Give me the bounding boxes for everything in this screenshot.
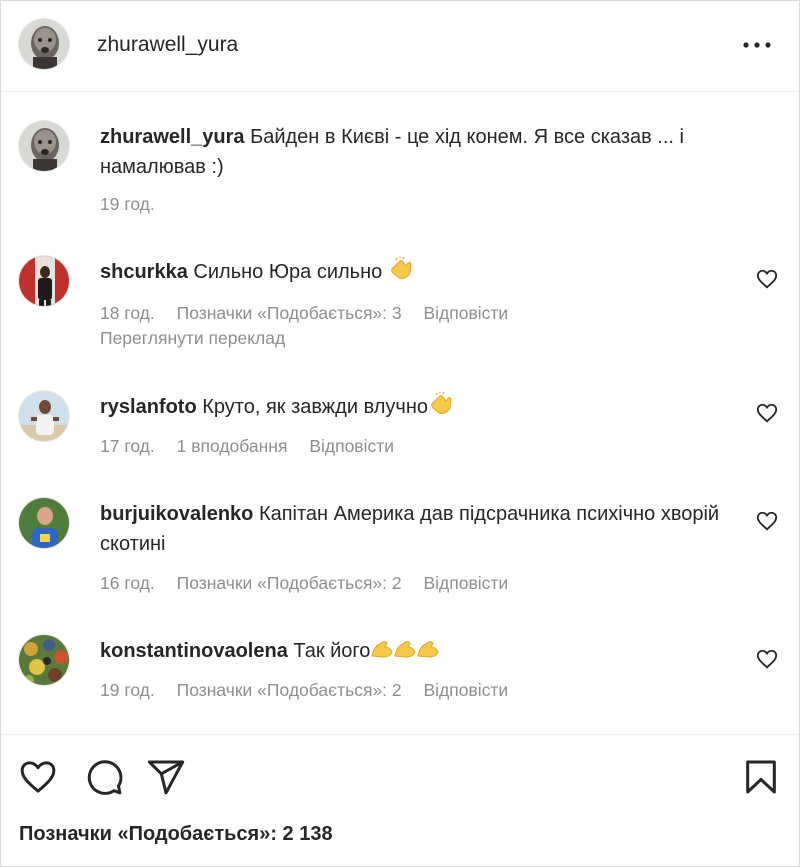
- comment-time[interactable]: 16 год.: [100, 573, 155, 593]
- reply-button[interactable]: Відповісти: [424, 573, 509, 593]
- comment-meta: 16 год. Позначки «Подобається»: 2 Відпов…: [100, 573, 525, 594]
- bookmark-icon[interactable]: [741, 757, 781, 797]
- commenter-avatar[interactable]: [18, 497, 70, 549]
- caption-time[interactable]: 19 год.: [100, 194, 155, 214]
- share-icon[interactable]: [146, 757, 186, 797]
- comment-username[interactable]: burjuikovalenko: [100, 503, 253, 525]
- comment-meta: 18 год. Позначки «Подобається»: 3 Відпов…: [100, 303, 525, 324]
- comment-meta: 17 год. 1 вподобання Відповісти: [100, 436, 411, 457]
- comment-likes[interactable]: Позначки «Подобається»: 3: [177, 303, 402, 323]
- flexed-biceps-icon: [370, 638, 442, 669]
- reply-button[interactable]: Відповісти: [309, 436, 394, 456]
- comment-likes[interactable]: Позначки «Подобається»: 2: [177, 573, 402, 593]
- author-avatar[interactable]: [18, 18, 70, 70]
- comment-time[interactable]: 17 год.: [100, 436, 155, 456]
- comment-body: konstantinovaolena Так його: [100, 636, 740, 669]
- comment-text: Так його: [293, 640, 371, 662]
- post-likes-count[interactable]: Позначки «Подобається»: 2 138: [19, 823, 333, 846]
- like-comment-heart-icon[interactable]: [756, 510, 778, 532]
- heart-icon[interactable]: [18, 757, 58, 797]
- comment-username[interactable]: shcurkka: [100, 261, 188, 283]
- reply-button[interactable]: Відповісти: [424, 680, 509, 700]
- comment-body: shcurkka Сильно Юра сильно: [100, 256, 740, 290]
- caption-avatar[interactable]: [18, 120, 70, 172]
- commenter-avatar[interactable]: [18, 634, 70, 686]
- caption-username[interactable]: zhurawell_yura: [100, 126, 245, 148]
- comment-username[interactable]: ryslanfoto: [100, 396, 197, 418]
- more-options-icon[interactable]: [741, 33, 773, 57]
- comment-time[interactable]: 19 год.: [100, 680, 155, 700]
- like-comment-heart-icon[interactable]: [756, 648, 778, 670]
- comment-likes[interactable]: Позначки «Подобається»: 2: [177, 680, 402, 700]
- comment-icon[interactable]: [84, 757, 124, 797]
- comment-username[interactable]: konstantinovaolena: [100, 640, 288, 662]
- commenter-avatar[interactable]: [18, 255, 70, 307]
- comment-meta: 19 год. Позначки «Подобається»: 2 Відпов…: [100, 680, 525, 701]
- like-comment-heart-icon[interactable]: [756, 402, 778, 424]
- reply-button[interactable]: Відповісти: [424, 303, 509, 323]
- see-translation-button[interactable]: Переглянути переклад: [100, 328, 285, 349]
- comment-likes[interactable]: 1 вподобання: [177, 436, 288, 456]
- post-actions-footer: Позначки «Подобається»: 2 138: [1, 734, 799, 867]
- comment-text: Сильно Юра сильно: [193, 261, 383, 283]
- caption-body: zhurawell_yura Байден в Києві - це хід к…: [100, 122, 740, 182]
- like-comment-heart-icon[interactable]: [756, 268, 778, 290]
- clapping-hands-icon: [428, 391, 454, 425]
- caption-meta: 19 год.: [100, 194, 172, 215]
- commenter-avatar[interactable]: [18, 390, 70, 442]
- comment-time[interactable]: 18 год.: [100, 303, 155, 323]
- comment-body: burjuikovalenko Капітан Америка дав підс…: [100, 499, 740, 559]
- clapping-hands-icon: [388, 256, 414, 290]
- comment-body: ryslanfoto Круто, як завжди влучно: [100, 391, 740, 425]
- author-username[interactable]: zhurawell_yura: [97, 33, 238, 57]
- post-comments-panel: zhurawell_yura zhurawell_yura Байден в К…: [0, 0, 800, 867]
- comment-text: Круто, як завжди влучно: [202, 396, 429, 418]
- post-header: zhurawell_yura: [1, 1, 799, 92]
